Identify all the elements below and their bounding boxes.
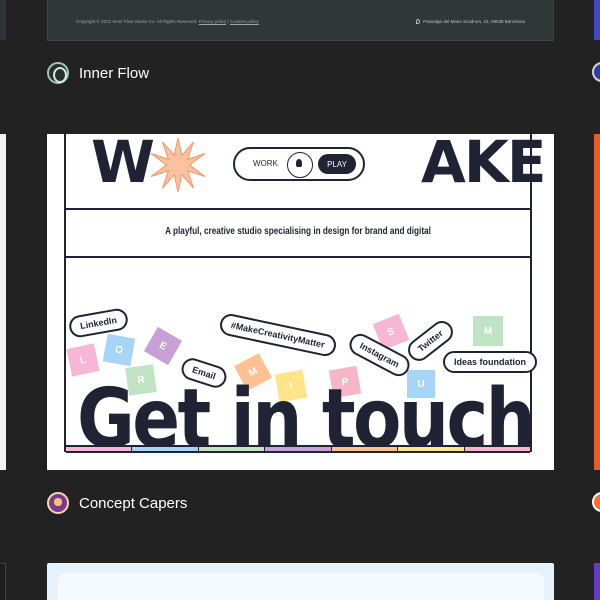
site-row-concept-capers[interactable]: Concept Capers	[47, 491, 187, 515]
strip-segment	[265, 447, 332, 451]
partial-card-right-bottom[interactable]	[594, 563, 600, 600]
inner-flow-logo-icon[interactable]	[47, 62, 69, 84]
strip-segment	[398, 447, 465, 451]
cookies-link: Cookies policy	[229, 19, 259, 24]
sunburst-icon	[150, 137, 206, 193]
wordmark-right: AKE	[421, 134, 546, 196]
footer-separator: |	[227, 19, 229, 24]
letter-tile: O	[102, 333, 136, 367]
lightbulb-icon	[287, 152, 313, 178]
partial-card-right-middle[interactable]	[594, 134, 600, 470]
site-row-inner-flow[interactable]: Inner Flow	[47, 61, 149, 85]
site-preview-card-concept-capers[interactable]: W AKE WORK PLAY A playful, creative stud…	[47, 134, 554, 470]
partial-card-left-middle[interactable]	[0, 134, 6, 470]
preview-footer-address: Passatge del Marie Scadrum, 15, 08038 Ba…	[416, 19, 525, 24]
tile-letter: L	[78, 353, 88, 367]
site-name[interactable]: Concept Capers	[79, 495, 187, 512]
wordmark-left: W	[91, 134, 155, 196]
divider	[64, 208, 532, 210]
privacy-link: Privacy policy	[198, 19, 227, 24]
ideas-foundation-sticker[interactable]: Ideas foundation	[443, 351, 537, 373]
partial-card-left-top[interactable]	[0, 0, 6, 40]
site-preview-card-next[interactable]	[47, 563, 554, 600]
location-pin-icon	[416, 19, 421, 24]
preview-footer-copyright: Copyright © 2022 Inner Flow Studio Co. A…	[76, 19, 259, 24]
preview-content	[57, 573, 544, 600]
strip-segment	[66, 447, 133, 451]
tile-letter: O	[114, 343, 124, 357]
tile-letter: M	[483, 325, 493, 337]
concept-capers-logo-icon[interactable]	[47, 492, 69, 514]
strip-segment	[331, 447, 399, 451]
toggle-play-option[interactable]: PLAY	[318, 154, 356, 174]
site-name[interactable]: Inner Flow	[79, 65, 149, 82]
copyright-text: Copyright © 2022 Inner Flow Studio Co. A…	[76, 19, 198, 24]
partial-site-avatar-icon[interactable]	[592, 62, 600, 82]
partial-card-left-bottom[interactable]	[0, 563, 6, 600]
strip-segment	[132, 447, 199, 451]
divider	[64, 256, 532, 258]
strip-segment	[198, 447, 266, 451]
partial-card-right-top[interactable]	[594, 0, 600, 40]
letter-tile: M	[473, 316, 503, 346]
toggle-work-option[interactable]: WORK	[253, 159, 278, 168]
strip-segment	[464, 447, 530, 451]
color-strip	[66, 445, 530, 453]
address-text: Passatge del Marie Scadrum, 15, 08038 Ba…	[423, 19, 525, 24]
tile-letter: E	[157, 339, 169, 353]
partial-site-avatar-icon[interactable]	[592, 492, 600, 512]
work-play-toggle[interactable]: WORK PLAY	[233, 147, 365, 181]
site-preview-card-inner-flow[interactable]: Copyright © 2022 Inner Flow Studio Co. A…	[47, 0, 554, 41]
tagline: A playful, creative studio specialising …	[165, 226, 431, 237]
tile-letter: S	[385, 325, 397, 339]
